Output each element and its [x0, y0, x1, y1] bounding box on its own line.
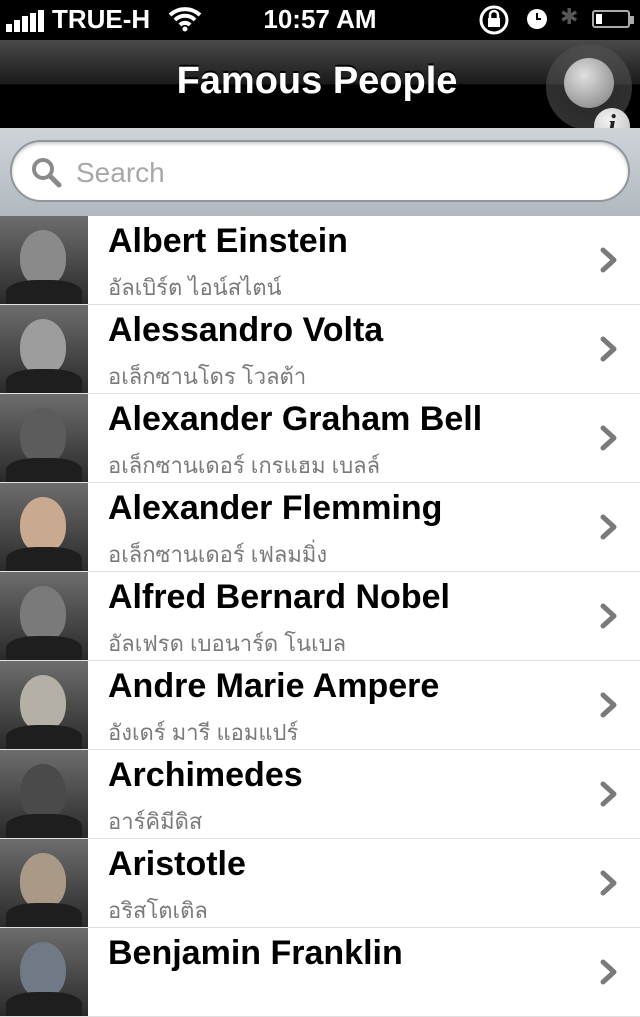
- person-name: Aristotle: [108, 845, 246, 883]
- chevron-right-icon: [600, 603, 617, 629]
- bluetooth-icon: ✱: [560, 4, 579, 29]
- portrait-face: [20, 319, 66, 375]
- portrait-image: [0, 839, 88, 927]
- portrait-image: [0, 661, 88, 749]
- person-name: Andre Marie Ampere: [108, 667, 440, 705]
- assistive-touch-icon: [564, 58, 614, 108]
- chevron-right-icon: [600, 959, 617, 985]
- chevron-right-icon: [600, 781, 617, 807]
- person-thai-name: อาร์คิมีดิส: [108, 809, 203, 834]
- search-input[interactable]: [74, 152, 598, 194]
- person-name: Alfred Bernard Nobel: [108, 578, 450, 616]
- portrait-body: [6, 814, 82, 838]
- list-item[interactable]: Archimedes อาร์คิมีดิส: [0, 750, 640, 839]
- person-name: Benjamin Franklin: [108, 934, 403, 972]
- chevron-right-icon: [600, 247, 617, 273]
- person-thai-name: อัลเบิร์ต ไอน์สไตน์: [108, 275, 282, 300]
- list-item[interactable]: Aristotle อริสโตเติล: [0, 839, 640, 928]
- person-thai-name: อัลเฟรด เบอนาร์ด โนเบล: [108, 631, 347, 656]
- list-item[interactable]: Alfred Bernard Nobel อัลเฟรด เบอนาร์ด โนเ…: [0, 572, 640, 661]
- portrait-face: [20, 408, 66, 464]
- person-thai-name: อังเดร์ มารี แอมแปร์: [108, 720, 299, 745]
- portrait-body: [6, 903, 82, 927]
- list-item[interactable]: Andre Marie Ampere อังเดร์ มารี แอมแปร์: [0, 661, 640, 750]
- portrait-body: [6, 725, 82, 749]
- chevron-right-icon: [600, 692, 617, 718]
- portrait-body: [6, 636, 82, 660]
- portrait-face: [20, 764, 66, 820]
- person-thai-name: อเล็กซานเดอร์ เฟลมมิ่ง: [108, 542, 328, 567]
- chevron-right-icon: [600, 514, 617, 540]
- portrait-image: [0, 483, 88, 571]
- navigation-bar: Famous People i: [0, 40, 640, 144]
- portrait-face: [20, 586, 66, 642]
- portrait-face: [20, 942, 66, 998]
- portrait-body: [6, 369, 82, 393]
- portrait-body: [6, 992, 82, 1016]
- portrait-image: [0, 394, 88, 482]
- chevron-right-icon: [600, 336, 617, 362]
- search-bar: [0, 128, 640, 217]
- rotation-lock-icon: [479, 5, 509, 35]
- portrait-image: [0, 216, 88, 304]
- list-item[interactable]: Alexander Flemming อเล็กซานเดอร์ เฟลมมิ่ง: [0, 483, 640, 572]
- list-item[interactable]: Alessandro Volta อเล็กซานโดร โวลต้า: [0, 305, 640, 394]
- portrait-face: [20, 230, 66, 286]
- portrait-image: [0, 928, 88, 1016]
- chevron-right-icon: [600, 870, 617, 896]
- portrait-face: [20, 497, 66, 553]
- battery-icon: [592, 10, 634, 28]
- person-thai-name: อเล็กซานเดอร์ เกรแฮม เบลล์: [108, 453, 381, 478]
- page-title: Famous People: [176, 60, 458, 102]
- list-item[interactable]: Albert Einstein อัลเบิร์ต ไอน์สไตน์: [0, 216, 640, 305]
- search-icon: [32, 158, 62, 188]
- list-item[interactable]: Benjamin Franklin: [0, 928, 640, 1017]
- status-bar: TRUE-H 10:57 AM ✱: [0, 0, 640, 40]
- portrait-body: [6, 280, 82, 304]
- list-item[interactable]: Alexander Graham Bell อเล็กซานเดอร์ เกรแฮ…: [0, 394, 640, 483]
- person-thai-name: อเล็กซานโดร โวลต้า: [108, 364, 307, 389]
- person-thai-name: อริสโตเติล: [108, 898, 208, 923]
- alarm-clock-icon: [527, 9, 547, 29]
- person-name: Albert Einstein: [108, 222, 348, 260]
- person-name: Archimedes: [108, 756, 303, 794]
- portrait-image: [0, 572, 88, 660]
- portrait-image: [0, 750, 88, 838]
- portrait-image: [0, 305, 88, 393]
- people-list[interactable]: Albert Einstein อัลเบิร์ต ไอน์สไตน์ Alessa…: [0, 216, 640, 1017]
- portrait-face: [20, 675, 66, 731]
- portrait-body: [6, 458, 82, 482]
- portrait-face: [20, 853, 66, 909]
- person-name: Alessandro Volta: [108, 311, 384, 349]
- portrait-body: [6, 547, 82, 571]
- chevron-right-icon: [600, 425, 617, 451]
- person-name: Alexander Graham Bell: [108, 400, 483, 438]
- person-name: Alexander Flemming: [108, 489, 443, 527]
- search-field[interactable]: [10, 140, 630, 202]
